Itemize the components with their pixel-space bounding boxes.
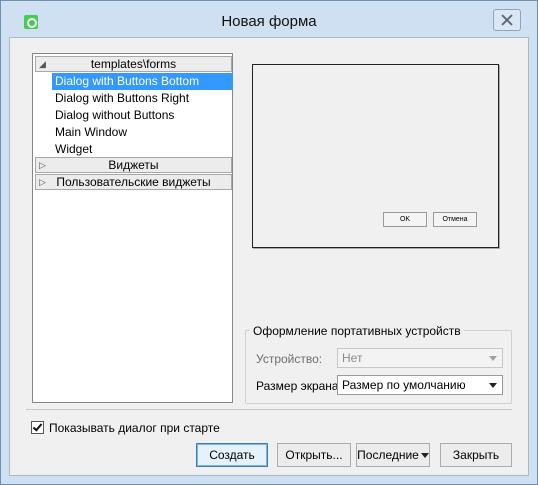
dropdown-arrow-icon (420, 453, 429, 459)
recent-button[interactable]: Последние (356, 443, 430, 467)
template-item-widget[interactable]: Widget (52, 141, 233, 158)
device-label: Устройство: (256, 352, 323, 366)
window-title: Новая форма (221, 13, 317, 30)
screen-size-value: Размер по умолчанию (342, 378, 466, 392)
close-button[interactable]: Закрыть (440, 443, 512, 467)
form-preview: OK Отмена (252, 64, 499, 248)
category-label: Пользовательские виджеты (56, 175, 211, 189)
title-bar[interactable]: Новая форма (1, 1, 537, 37)
preview-cancel-button: Отмена (433, 212, 477, 227)
category-label: templates\forms (90, 57, 177, 71)
show-on-start-label[interactable]: Показывать диалог при старте (49, 421, 220, 435)
screen-size-combo[interactable]: Размер по умолчанию (337, 375, 503, 395)
expanded-arrow-icon: ◢ (39, 59, 46, 69)
create-button[interactable]: Создать (196, 443, 268, 467)
chevron-down-icon (489, 356, 497, 361)
collapsed-arrow-icon: ▷ (39, 177, 46, 187)
divider (26, 409, 512, 410)
device-group-title: Оформление портативных устройств (250, 324, 464, 338)
category-label: Виджеты (108, 158, 159, 172)
template-tree[interactable]: ◢ templates\forms Dialog with Buttons Bo… (32, 53, 233, 403)
template-item-dialog-buttons-right[interactable]: Dialog with Buttons Right (52, 90, 233, 107)
category-widgets[interactable]: ▷ Виджеты (35, 157, 232, 173)
close-icon[interactable] (493, 9, 521, 31)
dialog-body: ◢ templates\forms Dialog with Buttons Bo… (9, 37, 529, 476)
preview-ok-button: OK (383, 212, 427, 227)
template-item-dialog-without-buttons[interactable]: Dialog without Buttons (52, 107, 233, 124)
screen-size-label: Размер экрана: (256, 379, 342, 393)
category-templates-forms[interactable]: ◢ templates\forms (35, 56, 232, 72)
category-custom-widgets[interactable]: ▷ Пользовательские виджеты (35, 174, 232, 190)
device-combo[interactable]: Нет (337, 348, 503, 368)
new-form-window: Новая форма ◢ templates\forms Dialog wit… (0, 0, 538, 485)
recent-label: Последние (357, 448, 419, 462)
show-on-start-checkbox[interactable] (31, 421, 44, 434)
chevron-down-icon (489, 383, 497, 388)
device-value: Нет (342, 351, 363, 365)
collapsed-arrow-icon: ▷ (39, 160, 46, 170)
open-button[interactable]: Открыть... (277, 443, 351, 467)
template-item-main-window[interactable]: Main Window (52, 124, 233, 141)
template-item-dialog-buttons-bottom[interactable]: Dialog with Buttons Bottom (52, 73, 233, 90)
